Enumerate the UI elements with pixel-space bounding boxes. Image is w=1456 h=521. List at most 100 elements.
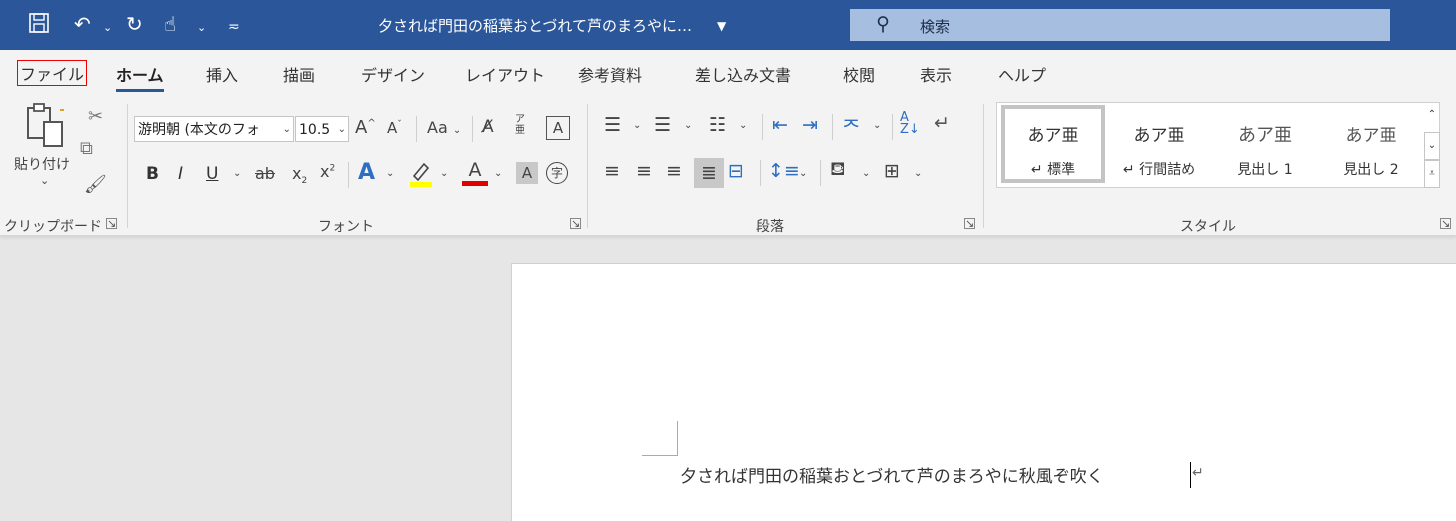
document-text[interactable]: 夕されば門田の稲葉おとづれて芦のまろやに秋風ぞ吹く <box>680 462 1104 487</box>
touch-dropdown-icon[interactable]: ⌄ <box>197 16 206 40</box>
style-name: 見出し 2 <box>1343 162 1399 178</box>
style-heading-1[interactable]: あア亜 見出し 1 <box>1213 107 1317 185</box>
tab-insert[interactable]: 挿入 <box>206 62 238 86</box>
font-color-button[interactable]: A <box>462 160 488 186</box>
grow-font-icon[interactable]: A^ <box>355 117 376 138</box>
multilevel-dropdown-icon[interactable]: ⌄ <box>739 120 747 131</box>
bold-button[interactable]: B <box>146 164 159 184</box>
line-spacing-icon[interactable]: ↕≡ <box>768 160 800 182</box>
font-color-swatch <box>462 181 488 186</box>
show-marks-icon[interactable]: ↵ <box>934 112 950 134</box>
styles-launcher-icon[interactable]: ↘ <box>1440 218 1451 229</box>
tab-design[interactable]: デザイン <box>361 62 425 86</box>
paste-icon[interactable] <box>24 102 68 154</box>
enclose-char-button[interactable]: 字 <box>546 162 568 184</box>
tab-layout[interactable]: レイアウト <box>465 62 545 86</box>
styles-more-icon[interactable]: ⩡ <box>1424 160 1440 188</box>
tab-file[interactable]: ファイル <box>17 60 88 86</box>
shading-dropdown-icon[interactable]: ⌄ <box>862 168 870 179</box>
numbering-dropdown-icon[interactable]: ⌄ <box>684 120 692 131</box>
title-dropdown-icon[interactable]: ▼ <box>717 14 726 38</box>
font-size-dropdown-icon[interactable]: ⌄ <box>338 117 346 141</box>
shrink-font-icon[interactable]: Aˇ <box>387 119 402 137</box>
search-box[interactable]: ⚲ 検索 <box>850 9 1390 41</box>
highlight-dropdown-icon[interactable]: ⌄ <box>440 168 448 179</box>
tab-view[interactable]: 表示 <box>920 62 952 86</box>
char-border-icon[interactable]: A <box>546 116 570 140</box>
subscript-button[interactable]: x2 <box>292 164 307 186</box>
strikethrough-button[interactable]: ab <box>255 164 275 183</box>
superscript-button[interactable]: x2 <box>320 162 335 181</box>
borders-dropdown-icon[interactable]: ⌄ <box>914 168 922 179</box>
decrease-indent-icon[interactable]: ⇤ <box>772 114 788 136</box>
tab-home[interactable]: ホーム <box>116 62 164 92</box>
shading-icon[interactable]: ⛾ <box>830 158 846 183</box>
style-no-spacing[interactable]: あア亜 ↵ 行間詰め <box>1107 107 1211 185</box>
borders-icon[interactable]: ⊞ <box>884 160 900 182</box>
undo-icon[interactable]: ↶ <box>74 12 91 36</box>
group-divider <box>127 104 128 228</box>
phonetic-guide-icon[interactable]: ア亜 <box>515 114 525 136</box>
paste-dropdown-icon[interactable]: ⌄ <box>40 174 49 187</box>
style-sample: あア亜 <box>1133 126 1185 146</box>
format-painter-icon[interactable]: 🖌 <box>84 174 107 195</box>
paragraph-group-label: 段落 <box>756 219 784 235</box>
align-right-icon[interactable]: ≡ <box>666 160 682 182</box>
paragraph-mark-icon: ↵ <box>1192 465 1204 481</box>
justify-icon[interactable]: ≣ <box>694 158 724 188</box>
divider <box>762 114 763 140</box>
copy-icon[interactable]: ⧉ <box>80 138 93 159</box>
char-spacing-dropdown-icon[interactable]: ⌄ <box>873 120 881 131</box>
cut-icon[interactable]: ✂ <box>88 106 103 127</box>
font-name-dropdown-icon[interactable]: ⌄ <box>283 117 291 141</box>
ribbon-tabs: ファイル ホーム 挿入 描画 デザイン レイアウト 参考資料 差し込み文書 校閲… <box>0 50 1456 98</box>
font-color-dropdown-icon[interactable]: ⌄ <box>494 168 502 179</box>
bullets-dropdown-icon[interactable]: ⌄ <box>633 120 641 131</box>
paste-label[interactable]: 貼り付け <box>14 154 70 174</box>
font-launcher-icon[interactable]: ↘ <box>570 218 581 229</box>
touch-mode-icon[interactable]: ☝ <box>164 12 176 36</box>
clipboard-launcher-icon[interactable]: ↘ <box>106 218 117 229</box>
highlight-icon[interactable] <box>408 160 434 192</box>
tab-help[interactable]: ヘルプ <box>998 62 1046 86</box>
multilevel-list-icon[interactable]: ☷ <box>709 114 726 136</box>
text-effects-dropdown-icon[interactable]: ⌄ <box>386 168 394 179</box>
align-center-icon[interactable]: ≡ <box>636 160 652 182</box>
font-size-value: 10.5 <box>299 122 331 138</box>
increase-indent-icon[interactable]: ⇥ <box>802 114 818 136</box>
font-size-combo[interactable]: 10.5 ⌄ <box>295 116 349 142</box>
style-sample: あア亜 <box>1345 126 1397 146</box>
styles-scroll-up-icon[interactable]: ⌃ <box>1424 102 1440 130</box>
tab-draw[interactable]: 描画 <box>283 62 315 86</box>
tab-review[interactable]: 校閲 <box>843 62 875 86</box>
tab-mailings[interactable]: 差し込み文書 <box>695 62 791 86</box>
char-spacing-icon[interactable]: ᄌ <box>842 112 860 141</box>
line-spacing-dropdown-icon[interactable]: ⌄ <box>799 168 807 179</box>
document-title: 夕されば門田の稲葉おとづれて芦のまろやに… <box>378 17 692 35</box>
divider <box>416 116 417 142</box>
save-icon[interactable] <box>28 12 50 39</box>
undo-dropdown-icon[interactable]: ⌄ <box>103 16 112 40</box>
shrink-font-label: A <box>387 119 398 137</box>
numbering-icon[interactable]: ☰ <box>654 114 671 136</box>
styles-scroll-down-icon[interactable]: ⌄ <box>1424 132 1440 160</box>
char-shading-button[interactable]: A <box>516 162 538 184</box>
style-heading-2[interactable]: あア亜 見出し 2 <box>1319 107 1423 185</box>
bullets-icon[interactable]: ☰ <box>604 114 621 136</box>
text-effects-icon[interactable]: A <box>358 160 375 185</box>
align-left-icon[interactable]: ≡ <box>604 160 620 182</box>
redo-icon[interactable]: ↻ <box>126 12 143 36</box>
sort-icon[interactable]: A Z↓ <box>900 111 920 136</box>
tab-references[interactable]: 参考資料 <box>578 62 642 86</box>
customize-toolbar-icon[interactable]: ≂ <box>228 15 240 39</box>
change-case-button[interactable]: Aa ⌄ <box>427 118 461 137</box>
underline-dropdown-icon[interactable]: ⌄ <box>233 168 241 179</box>
distributed-icon[interactable]: ⊟ <box>728 160 744 182</box>
clear-format-icon[interactable]: A̸ <box>482 117 494 137</box>
grow-font-label: A <box>355 117 368 138</box>
italic-button[interactable]: I <box>178 164 183 184</box>
font-name-combo[interactable]: 游明朝 (本文のフォ ⌄ <box>134 116 294 142</box>
style-normal[interactable]: あア亜 ↵ 標準 <box>1001 105 1105 183</box>
paragraph-launcher-icon[interactable]: ↘ <box>964 218 975 229</box>
underline-button[interactable]: U <box>206 164 218 184</box>
